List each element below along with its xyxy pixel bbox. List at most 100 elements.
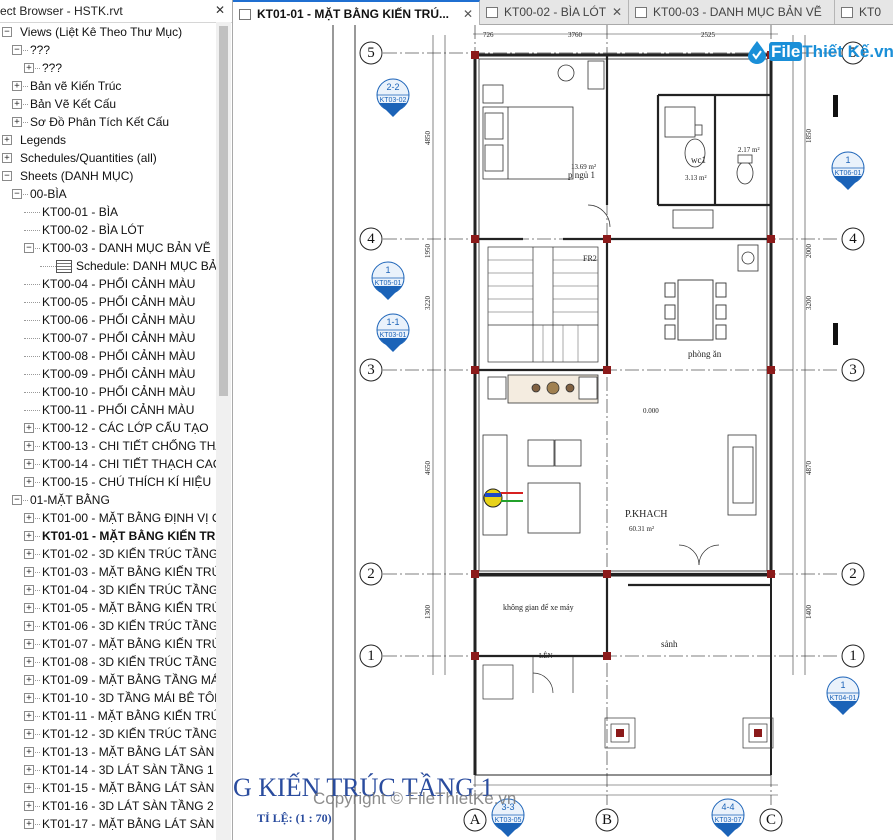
- browser-item[interactable]: + KT00-15 - CHÚ THÍCH KÍ HIỆU: [0, 473, 216, 491]
- close-icon[interactable]: ✕: [463, 2, 473, 25]
- expand-icon[interactable]: +: [24, 513, 34, 523]
- tab-kt0[interactable]: KT0: [835, 0, 893, 24]
- browser-item[interactable]: + Sơ Đồ Phân Tích Kết Cấu: [0, 113, 216, 131]
- collapse-icon[interactable]: −: [2, 171, 12, 181]
- expand-icon[interactable]: +: [24, 63, 34, 73]
- browser-item[interactable]: −00-BÌA: [0, 185, 216, 203]
- section-callout[interactable]: 1 KT04-01: [826, 676, 860, 715]
- expand-icon[interactable]: +: [24, 477, 34, 487]
- browser-item[interactable]: + KT00-13 - CHI TIẾT CHỐNG THẤ: [0, 437, 216, 455]
- browser-item[interactable]: + KT00-12 - CÁC LỚP CẤU TẠO: [0, 419, 216, 437]
- browser-item[interactable]: + Bản Vẽ Kết Cấu: [0, 95, 216, 113]
- browser-item[interactable]: KT00-10 - PHỐI CẢNH MÀU: [0, 383, 216, 401]
- expand-icon[interactable]: +: [2, 153, 12, 163]
- section-callout[interactable]: 4-4 KT03-07: [711, 798, 745, 837]
- callout-sheet-ref: KT04-01: [830, 695, 857, 702]
- browser-item[interactable]: + Schedules/Quantities (all): [0, 149, 216, 167]
- browser-item[interactable]: + Bản vẽ Kiến Trúc: [0, 77, 216, 95]
- browser-item[interactable]: + KT01-06 - 3D KIẾN TRÚC TẦNG 3: [0, 617, 216, 635]
- expand-icon[interactable]: +: [2, 135, 12, 145]
- expand-icon[interactable]: +: [24, 783, 34, 793]
- tab-kt00-03[interactable]: KT00-03 - DANH MỤC BẢN VẼ: [629, 0, 835, 24]
- browser-item[interactable]: KT00-04 - PHỐI CẢNH MÀU: [0, 275, 216, 293]
- browser-item[interactable]: + KT01-10 - 3D TẦNG MÁI BÊ TÔN: [0, 689, 216, 707]
- expand-icon[interactable]: +: [12, 99, 22, 109]
- section-callout[interactable]: 2-2 KT03-02: [376, 78, 410, 117]
- browser-item[interactable]: + KT01-09 - MẶT BẰNG TẦNG MÁ: [0, 671, 216, 689]
- browser-item[interactable]: + KT01-03 - MẶT BẰNG KIẾN TRÚC: [0, 563, 216, 581]
- browser-item[interactable]: −???: [0, 41, 216, 59]
- browser-item[interactable]: + KT01-02 - 3D KIẾN TRÚC TẦNG 1: [0, 545, 216, 563]
- browser-item[interactable]: KT00-11 - PHỐI CẢNH MÀU: [0, 401, 216, 419]
- expand-icon[interactable]: +: [24, 747, 34, 757]
- browser-item[interactable]: KT00-02 - BÌA LÓT: [0, 221, 216, 239]
- browser-item[interactable]: + KT01-05 - MẶT BẰNG KIẾN TRÚC: [0, 599, 216, 617]
- section-callout[interactable]: 1-1 KT03-01: [376, 313, 410, 352]
- tab-kt00-02[interactable]: KT00-02 - BÌA LÓT ✕: [480, 0, 629, 24]
- expand-icon[interactable]: +: [24, 459, 34, 469]
- collapse-icon[interactable]: −: [12, 45, 22, 55]
- expand-icon[interactable]: +: [24, 585, 34, 595]
- stair-treads: [488, 259, 598, 362]
- browser-item[interactable]: + KT01-04 - 3D KIẾN TRÚC TẦNG 2: [0, 581, 216, 599]
- browser-item[interactable]: + KT01-00 - MẶT BẰNG ĐỊNH VỊ C: [0, 509, 216, 527]
- browser-item[interactable]: + KT01-15 - MẶT BẰNG LÁT SÀN T: [0, 779, 216, 797]
- browser-item[interactable]: KT00-09 - PHỐI CẢNH MÀU: [0, 365, 216, 383]
- expand-icon[interactable]: +: [12, 81, 22, 91]
- expand-icon[interactable]: +: [24, 675, 34, 685]
- browser-item[interactable]: KT00-06 - PHỐI CẢNH MÀU: [0, 311, 216, 329]
- browser-item[interactable]: + KT01-08 - 3D KIẾN TRÚC TẦNG 4: [0, 653, 216, 671]
- expand-icon[interactable]: +: [24, 819, 34, 829]
- browser-item[interactable]: + KT01-13 - MẶT BẰNG LÁT SÀN T: [0, 743, 216, 761]
- collapse-icon[interactable]: −: [12, 495, 22, 505]
- browser-item[interactable]: KT00-08 - PHỐI CẢNH MÀU: [0, 347, 216, 365]
- browser-scrollbar-thumb[interactable]: [219, 26, 228, 396]
- collapse-icon[interactable]: −: [2, 27, 12, 37]
- expand-icon[interactable]: +: [24, 729, 34, 739]
- browser-item[interactable]: KT00-01 - BÌA: [0, 203, 216, 221]
- browser-item[interactable]: + KT01-01 - MẶT BẰNG KIẾN TR: [0, 527, 216, 545]
- collapse-icon[interactable]: −: [12, 189, 22, 199]
- expand-icon[interactable]: +: [24, 765, 34, 775]
- browser-item[interactable]: − KT00-03 - DANH MỤC BẢN VẼ: [0, 239, 216, 257]
- browser-item[interactable]: − Views (Liệt Kê Theo Thư Mục): [0, 23, 216, 41]
- expand-icon[interactable]: +: [24, 603, 34, 613]
- browser-item[interactable]: KT00-05 - PHỐI CẢNH MÀU: [0, 293, 216, 311]
- browser-item[interactable]: Schedule: DANH MỤC BẢ: [0, 257, 216, 275]
- browser-item[interactable]: − Sheets (DANH MỤC): [0, 167, 216, 185]
- tab-kt01-01[interactable]: KT01-01 - MẶT BẰNG KIẾN TRÚ... ✕: [233, 0, 480, 25]
- expand-icon[interactable]: +: [12, 117, 22, 127]
- section-callout[interactable]: 1 KT05-01: [371, 261, 405, 300]
- browser-item[interactable]: + KT01-16 - 3D LÁT SÀN TẦNG 2: [0, 797, 216, 815]
- expand-icon[interactable]: +: [24, 531, 34, 541]
- browser-item[interactable]: +???: [0, 59, 216, 77]
- browser-item[interactable]: + KT01-11 - MẶT BẰNG KIẾN TRÚC: [0, 707, 216, 725]
- browser-item[interactable]: KT00-07 - PHỐI CẢNH MÀU: [0, 329, 216, 347]
- tree-connector: [24, 212, 40, 213]
- expand-icon[interactable]: +: [24, 567, 34, 577]
- expand-icon[interactable]: +: [24, 549, 34, 559]
- close-icon[interactable]: ✕: [212, 2, 228, 18]
- browser-item[interactable]: + Legends: [0, 131, 216, 149]
- expand-icon[interactable]: +: [24, 621, 34, 631]
- browser-item[interactable]: + KT01-12 - 3D KIẾN TRÚC TẦNG M: [0, 725, 216, 743]
- close-icon[interactable]: ✕: [612, 0, 622, 24]
- section-callout[interactable]: 1 KT06-01: [831, 151, 865, 190]
- pillar-markers: [616, 729, 762, 737]
- browser-item[interactable]: −01-MẶT BẰNG: [0, 491, 216, 509]
- expand-icon[interactable]: +: [24, 711, 34, 721]
- expand-icon[interactable]: +: [24, 801, 34, 811]
- browser-item[interactable]: + KT00-14 - CHI TIẾT THẠCH CAC: [0, 455, 216, 473]
- browser-item[interactable]: + KT01-14 - 3D LÁT SÀN TẦNG 1: [0, 761, 216, 779]
- browser-item[interactable]: + KT01-17 - MẶT BẰNG LÁT SÀN T: [0, 815, 216, 833]
- browser-item[interactable]: + KT01-07 - MẶT BẰNG KIẾN TRÚC: [0, 635, 216, 653]
- expand-icon[interactable]: +: [24, 639, 34, 649]
- expand-icon[interactable]: +: [24, 423, 34, 433]
- expand-icon[interactable]: +: [24, 693, 34, 703]
- collapse-icon[interactable]: −: [24, 243, 34, 253]
- expand-icon[interactable]: +: [24, 657, 34, 667]
- drawing-canvas[interactable]: 5544332211ABC 2-2 KT03-02 1 KT05-01 1-1 KT03-…: [233, 25, 893, 840]
- browser-scrollbar[interactable]: [216, 22, 231, 840]
- expand-icon[interactable]: +: [24, 441, 34, 451]
- callout-sheet-ref: KT03-01: [380, 332, 407, 339]
